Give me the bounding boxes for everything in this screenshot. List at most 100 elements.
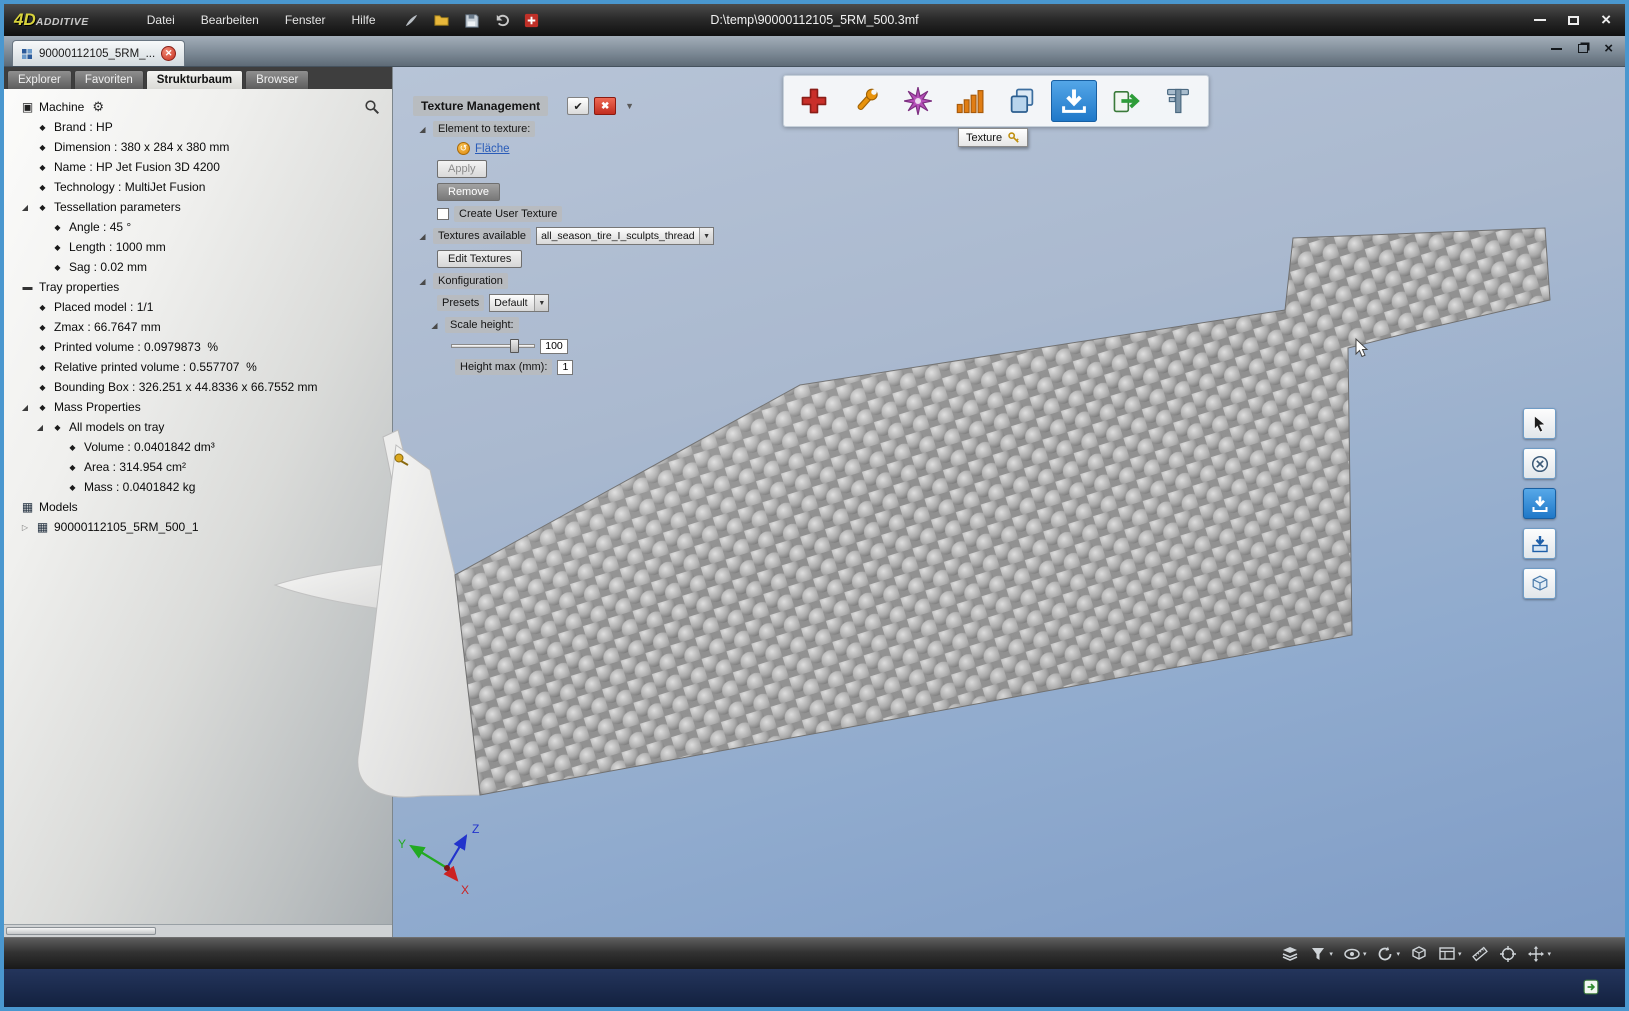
pin-options-icon[interactable]: ▼ bbox=[625, 101, 634, 111]
tree-item[interactable]: ◆Name : HP Jet Fusion 3D 4200 bbox=[4, 157, 392, 177]
panels-icon[interactable]: ▾ bbox=[1438, 945, 1462, 963]
signal-bars-icon[interactable] bbox=[947, 80, 993, 122]
select-cursor-icon[interactable] bbox=[1523, 408, 1556, 439]
slider-track[interactable] bbox=[451, 344, 535, 348]
close-red-icon[interactable]: ✖ bbox=[594, 97, 616, 115]
download-box-icon[interactable] bbox=[1523, 528, 1556, 559]
export-icon[interactable] bbox=[1103, 80, 1149, 122]
scrollbar-thumb[interactable] bbox=[6, 927, 156, 935]
chevron-down-icon: ▼ bbox=[534, 295, 548, 311]
download-icon[interactable] bbox=[1523, 488, 1556, 519]
tree-item[interactable]: ◢◆Tessellation parameters bbox=[4, 197, 392, 217]
eye-icon[interactable]: ▾ bbox=[1343, 945, 1367, 963]
caliper-icon[interactable] bbox=[1155, 80, 1201, 122]
open-folder-icon[interactable] bbox=[432, 11, 451, 30]
section-expanded-icon[interactable]: ◢ bbox=[417, 125, 428, 134]
layers-icon[interactable] bbox=[1281, 945, 1299, 963]
tree-item[interactable]: ▷▦90000112105_5RM_500_1 bbox=[4, 517, 392, 537]
confirm-check-icon[interactable]: ✔ bbox=[567, 97, 589, 115]
texture-toolbar bbox=[783, 75, 1209, 127]
minimize-icon[interactable] bbox=[1534, 19, 1546, 21]
tree-item-label: Tray properties bbox=[39, 280, 119, 294]
tree-item[interactable]: ◆Sag : 0.02 mm bbox=[4, 257, 392, 277]
tree-item[interactable]: ◆Volume : 0.0401842 dm³ bbox=[4, 437, 392, 457]
filter-icon[interactable]: ▾ bbox=[1309, 945, 1333, 963]
expanded-icon[interactable]: ◢ bbox=[19, 203, 31, 212]
star-burst-icon[interactable] bbox=[895, 80, 941, 122]
slider-handle[interactable] bbox=[510, 339, 519, 353]
expanded-icon[interactable]: ◢ bbox=[34, 423, 46, 432]
texture-select[interactable]: all_season_tire_I_sculpts_thread ▼ bbox=[536, 227, 714, 245]
pen-icon[interactable] bbox=[402, 11, 421, 30]
tree-item[interactable]: ◆Area : 314.954 cm² bbox=[4, 457, 392, 477]
tree-item[interactable]: ◆Mass : 0.0401842 kg bbox=[4, 477, 392, 497]
scale-height-slider[interactable] bbox=[451, 338, 535, 354]
cube-view-icon[interactable] bbox=[1523, 568, 1556, 599]
edit-textures-button[interactable]: Edit Textures bbox=[437, 250, 522, 268]
tree-item[interactable]: ◆Printed volume : 0.0979873 % bbox=[4, 337, 392, 357]
tree-item[interactable]: ◆Relative printed volume : 0.557707 % bbox=[4, 357, 392, 377]
tree-item[interactable]: ◆Zmax : 66.7647 mm bbox=[4, 317, 392, 337]
tab-browser[interactable]: Browser bbox=[245, 70, 309, 89]
tree-item[interactable]: ▣Machine⚙ bbox=[4, 97, 392, 117]
move-icon[interactable]: ▾ bbox=[1527, 945, 1551, 963]
gear-icon[interactable]: ⚙ bbox=[92, 99, 104, 115]
tree-item[interactable]: ◆Placed model : 1/1 bbox=[4, 297, 392, 317]
maximize-icon[interactable] bbox=[1568, 16, 1579, 25]
notification-icon[interactable] bbox=[1583, 979, 1599, 995]
undo-icon[interactable] bbox=[492, 11, 511, 30]
create-user-texture-checkbox[interactable] bbox=[437, 208, 449, 220]
tree-item[interactable]: ◆Bounding Box : 326.251 x 44.8336 x 66.7… bbox=[4, 377, 392, 397]
menu-bearbeiten[interactable]: Bearbeiten bbox=[201, 13, 259, 27]
scale-height-input[interactable] bbox=[540, 339, 568, 354]
tree-item-label: Angle : 45 ° bbox=[69, 220, 131, 234]
tree-item[interactable]: ▦Models bbox=[4, 497, 392, 517]
menu-fenster[interactable]: Fenster bbox=[285, 13, 326, 27]
copy-icon[interactable] bbox=[999, 80, 1045, 122]
document-tab[interactable]: 90000112105_5RM_... ✕ bbox=[12, 40, 185, 66]
tab-favoriten[interactable]: Favoriten bbox=[74, 70, 144, 89]
expanded-icon[interactable]: ◢ bbox=[19, 403, 31, 412]
menu-datei[interactable]: Datei bbox=[147, 13, 175, 27]
menu-hilfe[interactable]: Hilfe bbox=[352, 13, 376, 27]
collapsed-icon[interactable]: ▷ bbox=[19, 523, 31, 532]
flaeche-link[interactable]: Fläche bbox=[475, 143, 510, 155]
close-icon[interactable]: × bbox=[1601, 15, 1611, 25]
tree-item[interactable]: ◆Angle : 45 ° bbox=[4, 217, 392, 237]
apply-button[interactable]: Apply bbox=[437, 160, 487, 178]
save-icon[interactable] bbox=[462, 11, 481, 30]
horizontal-scrollbar[interactable] bbox=[4, 924, 392, 937]
import-icon[interactable] bbox=[522, 11, 541, 30]
machine-icon: ▣ bbox=[20, 100, 35, 114]
tree-item-label: Tessellation parameters bbox=[54, 200, 181, 214]
tab-strukturbaum[interactable]: Strukturbaum bbox=[146, 70, 243, 89]
search-icon[interactable] bbox=[364, 99, 380, 120]
minimize-icon[interactable] bbox=[1551, 48, 1562, 50]
cancel-circle-icon[interactable] bbox=[1523, 448, 1556, 479]
remove-button[interactable]: Remove bbox=[437, 183, 500, 201]
tree-item[interactable]: ◆Technology : MultiJet Fusion bbox=[4, 177, 392, 197]
close-icon[interactable]: × bbox=[1604, 44, 1613, 53]
orbit-icon[interactable]: ▾ bbox=[1376, 945, 1400, 963]
tree-item[interactable]: ◆Brand : HP bbox=[4, 117, 392, 137]
restore-icon[interactable] bbox=[1578, 44, 1588, 53]
target-icon[interactable] bbox=[1499, 945, 1517, 963]
cube-icon[interactable] bbox=[1410, 945, 1428, 963]
logo-4d: 4D bbox=[14, 10, 36, 30]
height-max-input[interactable] bbox=[557, 360, 573, 375]
tree-item[interactable]: ◆Length : 1000 mm bbox=[4, 237, 392, 257]
tree-item[interactable]: ◆Dimension : 380 x 284 x 380 mm bbox=[4, 137, 392, 157]
tree-item[interactable]: ▬Tray properties bbox=[4, 277, 392, 297]
repair-icon[interactable] bbox=[791, 80, 837, 122]
presets-select[interactable]: Default ▼ bbox=[489, 294, 549, 312]
section-expanded-icon[interactable]: ◢ bbox=[417, 277, 428, 286]
wrench-icon[interactable] bbox=[843, 80, 889, 122]
section-expanded-icon[interactable]: ◢ bbox=[429, 321, 440, 330]
texture-download-icon[interactable] bbox=[1051, 80, 1097, 122]
tree-item[interactable]: ◢◆All models on tray bbox=[4, 417, 392, 437]
tab-close-icon[interactable]: ✕ bbox=[161, 46, 176, 61]
tab-explorer[interactable]: Explorer bbox=[7, 70, 72, 89]
section-expanded-icon[interactable]: ◢ bbox=[417, 232, 428, 241]
ruler-icon[interactable] bbox=[1471, 945, 1489, 963]
tree-item[interactable]: ◢◆Mass Properties bbox=[4, 397, 392, 417]
